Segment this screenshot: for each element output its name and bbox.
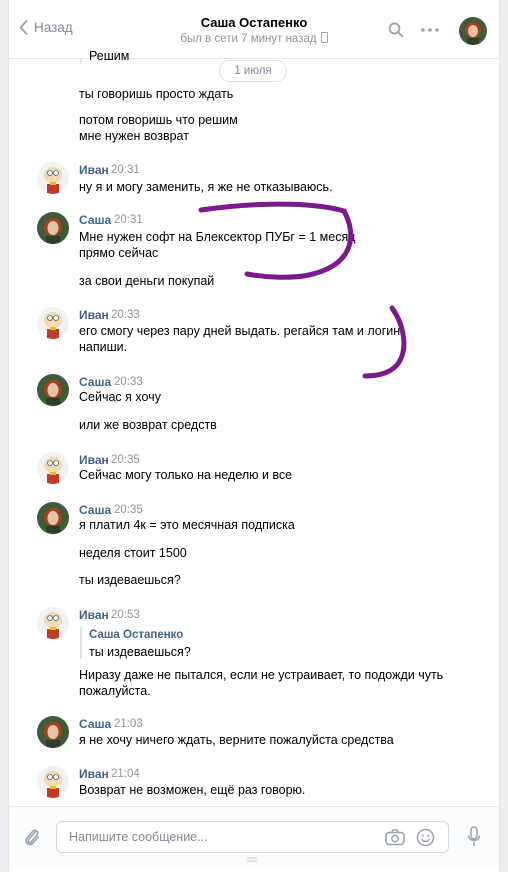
header-avatar[interactable] bbox=[459, 17, 487, 45]
chat-window: Назад Саша Остапенко был в сети 7 минут … bbox=[8, 0, 500, 872]
message-time[interactable]: 21:03 bbox=[114, 718, 143, 730]
chat-header: Назад Саша Остапенко был в сети 7 минут … bbox=[9, 0, 499, 59]
message-text: Сейчас я хочу bbox=[79, 390, 161, 404]
avatar-sasha[interactable] bbox=[37, 212, 69, 244]
search-icon[interactable] bbox=[388, 22, 404, 38]
more-icon[interactable] bbox=[421, 28, 439, 32]
message-time[interactable]: 20:33 bbox=[111, 309, 140, 321]
author-name[interactable]: Иван bbox=[79, 163, 109, 177]
author-name[interactable]: Иван bbox=[79, 308, 109, 322]
avatar-sasha[interactable] bbox=[37, 716, 69, 748]
message-time[interactable]: 20:31 bbox=[114, 214, 143, 226]
avatar-ivan[interactable] bbox=[37, 452, 69, 484]
camera-icon[interactable] bbox=[385, 829, 405, 846]
author-name[interactable]: Саша bbox=[79, 213, 111, 227]
message-text: я не хочу ничего ждать, верните пожалуйс… bbox=[79, 733, 394, 747]
message-text: Возврат не возможен, ещё раз говорю. bbox=[79, 783, 306, 797]
paperclip-icon[interactable] bbox=[24, 827, 40, 847]
author-name[interactable]: Иван bbox=[79, 767, 109, 781]
message-text: или же возврат средств bbox=[79, 418, 217, 432]
message-time[interactable]: 20:33 bbox=[114, 376, 143, 388]
reply-quote-text: ты издеваешься? bbox=[89, 645, 191, 659]
message-text: Сейчас могу только на неделю и все bbox=[79, 468, 293, 482]
quoted-text: Решим bbox=[89, 49, 130, 63]
message-placeholder: Напишите сообщение... bbox=[69, 830, 208, 844]
microphone-icon[interactable] bbox=[467, 826, 481, 847]
avatar-ivan[interactable] bbox=[37, 766, 69, 798]
avatar-sasha[interactable] bbox=[37, 502, 69, 534]
annotation-bracket-1 bbox=[198, 201, 354, 280]
message-time[interactable]: 21:04 bbox=[111, 768, 140, 780]
message-text: пожалуйста. bbox=[79, 684, 151, 698]
date-separator[interactable]: 1 июля bbox=[219, 60, 287, 82]
message-text: я платил 4к = это месячная подписка bbox=[79, 518, 295, 532]
message-text: ты говоришь просто ждать bbox=[79, 87, 234, 101]
author-name[interactable]: Саша bbox=[79, 375, 111, 389]
author-name[interactable]: Иван bbox=[79, 453, 109, 467]
message-text: ты издеваешься? bbox=[79, 573, 181, 587]
message-time[interactable]: 20:53 bbox=[111, 609, 140, 621]
mobile-icon bbox=[320, 32, 328, 43]
message-text: напиши. bbox=[79, 340, 128, 354]
message-time[interactable]: 20:35 bbox=[111, 454, 140, 466]
quote-bar bbox=[80, 58, 82, 64]
message-text: прямо сейчас bbox=[79, 246, 159, 260]
message-time[interactable]: 20:31 bbox=[111, 164, 140, 176]
message-text: Ниразу даже не пытался, если не устраива… bbox=[79, 668, 444, 682]
reply-quote-bar bbox=[80, 627, 82, 659]
message-time[interactable]: 20:35 bbox=[114, 504, 143, 516]
message-text: ну я и могу заменить, я же не отказываюс… bbox=[79, 180, 333, 194]
author-name[interactable]: Иван bbox=[79, 608, 109, 622]
message-text: неделя стоит 1500 bbox=[79, 546, 187, 560]
reply-quote-author[interactable]: Саша Остапенко bbox=[89, 629, 183, 641]
annotation-bracket-2 bbox=[362, 305, 407, 379]
author-name[interactable]: Саша bbox=[79, 503, 111, 517]
resize-handle-icon[interactable] bbox=[247, 857, 257, 863]
message-text: мне нужен возврат bbox=[79, 129, 189, 143]
online-status: был в сети 7 минут назад bbox=[9, 32, 499, 45]
author-name[interactable]: Саша bbox=[79, 717, 111, 731]
avatar-ivan[interactable] bbox=[37, 162, 69, 194]
emoji-icon[interactable] bbox=[416, 828, 435, 847]
message-text: потом говоришь что решим bbox=[79, 113, 238, 127]
message-input[interactable]: Напишите сообщение... bbox=[56, 821, 449, 853]
avatar-ivan[interactable] bbox=[37, 307, 69, 339]
avatar-sasha[interactable] bbox=[37, 374, 69, 406]
message-text: его смогу через пару дней выдать. регайс… bbox=[79, 324, 401, 338]
avatar-ivan[interactable] bbox=[37, 607, 69, 639]
